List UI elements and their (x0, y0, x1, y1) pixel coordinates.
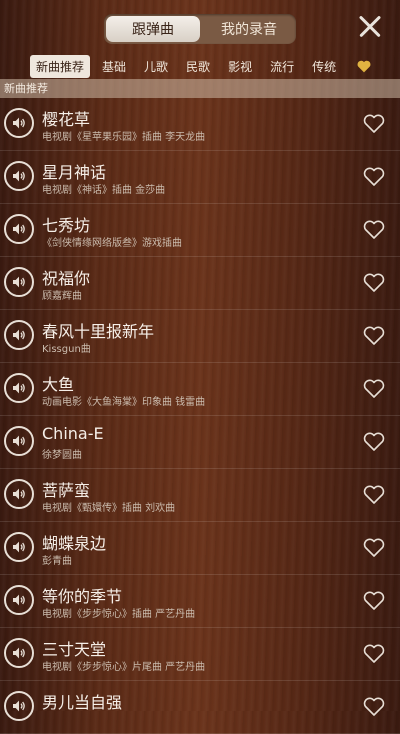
song-title: 春风十里报新年 (42, 322, 155, 341)
song-title: 星月神话 (42, 163, 107, 182)
favorites-heart-icon[interactable] (356, 59, 372, 73)
song-subtitle: 顾嘉辉曲 (42, 291, 82, 302)
song-subtitle: 电视剧《步步惊心》插曲 严艺丹曲 (42, 609, 196, 620)
speaker-icon[interactable] (4, 214, 34, 244)
tab-kids-songs[interactable]: 儿歌 (138, 55, 174, 78)
list-item[interactable]: 等你的季节电视剧《步步惊心》插曲 严艺丹曲 (0, 575, 400, 628)
heart-icon[interactable] (362, 695, 386, 717)
list-item[interactable]: 大鱼动画电影《大鱼海棠》印象曲 钱雷曲 (0, 363, 400, 416)
tab-pop[interactable]: 流行 (264, 55, 300, 78)
song-title: 祝福你 (42, 269, 91, 288)
heart-icon[interactable] (362, 589, 386, 611)
list-item[interactable]: 樱花草电视剧《星苹果乐园》插曲 李天龙曲 (0, 98, 400, 151)
speaker-icon[interactable] (4, 267, 34, 297)
list-item[interactable]: 七秀坊《剑侠情缘网络版叁》游戏插曲 (0, 204, 400, 257)
speaker-icon[interactable] (4, 691, 34, 721)
tab-new-songs[interactable]: 新曲推荐 (30, 54, 91, 78)
list-item[interactable]: 三寸天堂电视剧《步步惊心》片尾曲 严艺丹曲 (0, 628, 400, 681)
list-item[interactable]: 菩萨蛮电视剧《甄嬛传》插曲 刘欢曲 (0, 469, 400, 522)
song-title: China-E (42, 424, 104, 443)
song-subtitle: 《剑侠情缘网络版叁》游戏插曲 (42, 238, 182, 249)
song-subtitle: Kissgun曲 (42, 344, 91, 355)
speaker-icon[interactable] (4, 638, 34, 668)
heart-icon[interactable] (362, 218, 386, 240)
tab-film-tv[interactable]: 影视 (222, 55, 258, 78)
tab-follow-play[interactable]: 跟弹曲 (106, 16, 200, 42)
heart-icon[interactable] (362, 430, 386, 452)
song-list: 樱花草电视剧《星苹果乐园》插曲 李天龙曲星月神话电视剧《神话》插曲 金莎曲七秀坊… (0, 98, 400, 734)
speaker-icon[interactable] (4, 532, 34, 562)
heart-icon[interactable] (362, 377, 386, 399)
song-title: 三寸天堂 (42, 640, 107, 659)
song-subtitle: 电视剧《甄嬛传》插曲 刘欢曲 (42, 503, 176, 514)
song-title: 大鱼 (42, 375, 75, 394)
speaker-icon[interactable] (4, 479, 34, 509)
heart-icon[interactable] (362, 324, 386, 346)
list-item[interactable]: 春风十里报新年 Kissgun曲 (0, 310, 400, 363)
song-title: 菩萨蛮 (42, 481, 91, 500)
list-item[interactable]: 男儿当自强 (0, 681, 400, 734)
list-item[interactable]: 星月神话电视剧《神话》插曲 金莎曲 (0, 151, 400, 204)
song-subtitle: 彭青曲 (42, 556, 72, 567)
heart-icon[interactable] (362, 112, 386, 134)
list-item[interactable]: 祝福你 顾嘉辉曲 (0, 257, 400, 310)
section-header: 新曲推荐 (0, 79, 400, 98)
song-title: 男儿当自强 (42, 693, 123, 712)
tab-basics[interactable]: 基础 (96, 55, 132, 78)
speaker-icon[interactable] (4, 585, 34, 615)
song-subtitle: 徐梦圆曲 (42, 450, 82, 461)
speaker-icon[interactable] (4, 426, 34, 456)
heart-icon[interactable] (362, 165, 386, 187)
song-subtitle: 电视剧《神话》插曲 金莎曲 (42, 185, 166, 196)
song-title: 樱花草 (42, 110, 91, 129)
header: 跟弹曲 我的录音 (0, 0, 400, 52)
tab-folk-songs[interactable]: 民歌 (180, 55, 216, 78)
list-item[interactable]: China-E 徐梦圆曲 (0, 416, 400, 469)
speaker-icon[interactable] (4, 161, 34, 191)
heart-icon[interactable] (362, 483, 386, 505)
list-item[interactable]: 蝴蝶泉边 彭青曲 (0, 522, 400, 575)
heart-icon[interactable] (362, 536, 386, 558)
song-subtitle: 电视剧《步步惊心》片尾曲 严艺丹曲 (42, 662, 206, 673)
song-subtitle: 动画电影《大鱼海棠》印象曲 钱雷曲 (42, 397, 206, 408)
close-icon[interactable] (358, 14, 382, 38)
song-title: 七秀坊 (42, 216, 91, 235)
tab-my-recordings[interactable]: 我的录音 (202, 14, 296, 44)
category-tabs: 新曲推荐 基础 儿歌 民歌 影视 流行 传统 (0, 54, 400, 78)
tab-traditional[interactable]: 传统 (306, 55, 342, 78)
song-title: 等你的季节 (42, 587, 123, 606)
speaker-icon[interactable] (4, 108, 34, 138)
mode-switch: 跟弹曲 我的录音 (104, 14, 296, 44)
heart-icon[interactable] (362, 271, 386, 293)
speaker-icon[interactable] (4, 320, 34, 350)
speaker-icon[interactable] (4, 373, 34, 403)
heart-icon[interactable] (362, 642, 386, 664)
song-subtitle: 电视剧《星苹果乐园》插曲 李天龙曲 (42, 132, 206, 143)
song-title: 蝴蝶泉边 (42, 534, 107, 553)
